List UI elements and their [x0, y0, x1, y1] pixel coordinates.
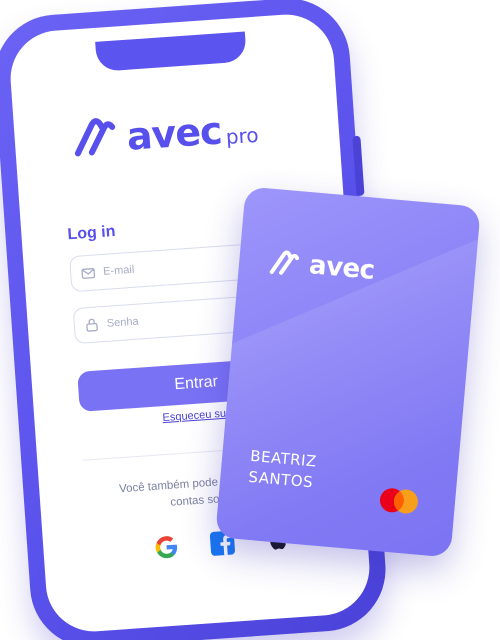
- card-logo: avec: [268, 247, 376, 286]
- avec-card: avec BEATRIZ SANTOS: [215, 186, 481, 558]
- phone-notch: [95, 31, 247, 72]
- app-logo: avec pro: [71, 105, 259, 160]
- mail-icon: [81, 268, 96, 279]
- google-icon[interactable]: [153, 533, 181, 561]
- app-logo-name: avec: [125, 108, 223, 159]
- card-holder-name: BEATRIZ SANTOS: [247, 446, 318, 492]
- card-logo-name: avec: [307, 250, 376, 286]
- app-logo-suffix: pro: [224, 122, 260, 150]
- avec-logo-icon: [74, 118, 116, 157]
- lock-icon: [86, 318, 98, 332]
- login-title: Log in: [66, 223, 117, 244]
- promo-scene: avec pro Log in Entrar Esqueceu sua: [0, 0, 500, 640]
- avec-logo-icon: [269, 250, 300, 275]
- mastercard-icon: [379, 488, 418, 514]
